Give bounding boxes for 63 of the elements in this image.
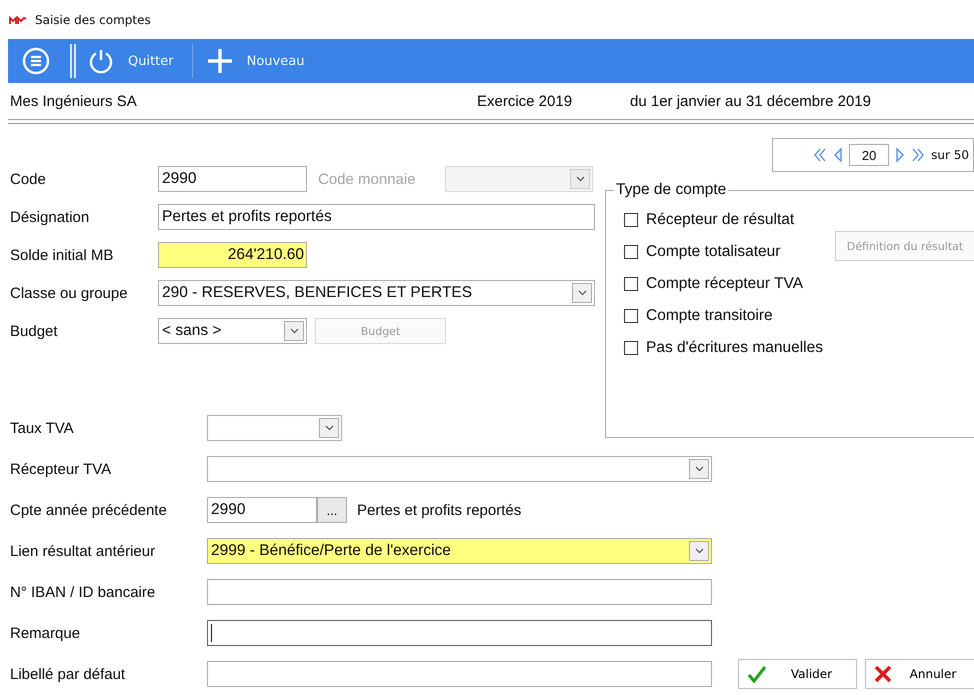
chevron-down-icon [578,290,586,296]
field-label: Récepteur TVA [10,460,112,478]
input-field[interactable] [207,620,712,646]
balance-field[interactable]: 264'210.60 [158,242,307,268]
field-label: Classe ou groupe [10,284,129,302]
company-name: Mes Ingénieurs SA [10,92,138,110]
fiscal-period: du 1er janvier au 31 décembre 2019 [630,92,871,110]
validate-button[interactable]: Valider [738,659,857,689]
field-label: Code monnaie [318,170,417,188]
checkbox[interactable] [624,212,638,226]
chevron-down-icon [694,466,704,472]
field-label: N° IBAN / ID bancaire [10,584,156,600]
checkbox[interactable] [624,340,638,354]
toolbar-grip[interactable] [70,44,76,78]
checkbox-label: Pas d'écritures manuelles [646,338,823,356]
group-title: Type de compte [614,181,728,199]
cancel-button[interactable]: Annuler [865,659,974,689]
plus-icon [206,48,233,74]
page-total: sur 50 [931,148,969,162]
field-label: Solde initial MB [10,246,114,264]
menu-icon [22,47,50,75]
page-number-field[interactable]: 20 [849,144,890,166]
field-label: Budget [10,322,59,340]
checkbox-label: Compte totalisateur [646,242,780,260]
close-icon [874,665,892,683]
browse-button[interactable]: ... [317,497,347,523]
checkbox[interactable] [624,276,638,290]
chevron-down-icon [694,548,704,554]
chevron-down-icon [576,176,584,182]
last-page-icon[interactable] [911,147,926,163]
checkbox[interactable] [624,244,638,258]
chevron-down-icon [290,328,298,334]
checkbox-label: Récepteur de résultat [646,210,794,228]
dropdown-field[interactable]: 2999 - Bénéfice/Perte de l'exercice [207,538,712,564]
designation-field[interactable]: Pertes et profits reportés [158,204,595,230]
field-label: Cpte année précédente [10,502,168,518]
checkbox[interactable] [624,308,638,322]
dropdown-field[interactable] [207,415,342,441]
first-page-icon[interactable] [813,147,828,163]
budget-dropdown[interactable]: < sans > [158,318,307,344]
checkmark-icon [747,665,767,683]
field-label: Code [10,170,47,188]
field-label: Remarque [10,624,82,642]
input-field[interactable] [207,661,712,687]
checkbox-label: Compte transitoire [646,306,773,324]
app-logo-icon [9,14,27,24]
field-label: Lien résultat antérieur [10,542,156,560]
account-description: Pertes et profits reportés [357,502,522,518]
window-title: Saisie des comptes [35,12,151,26]
input-field[interactable] [207,579,712,605]
account-field[interactable]: 2990 [207,497,317,523]
code-field[interactable]: 2990 [158,166,307,192]
field-label: Désignation [10,208,90,226]
power-icon [88,48,114,74]
checkbox-label: Compte récepteur TVA [646,274,804,292]
field-label: Libellé par défaut [10,666,126,682]
next-icon[interactable] [895,147,906,163]
field-label: Taux TVA [10,420,75,436]
previous-icon[interactable] [833,147,844,163]
class-dropdown[interactable]: 290 - RESERVES, BENEFICES ET PERTES [158,280,595,306]
dropdown-field[interactable] [207,456,712,482]
chevron-down-icon [324,425,334,431]
fiscal-year: Exercice 2019 [477,92,574,110]
